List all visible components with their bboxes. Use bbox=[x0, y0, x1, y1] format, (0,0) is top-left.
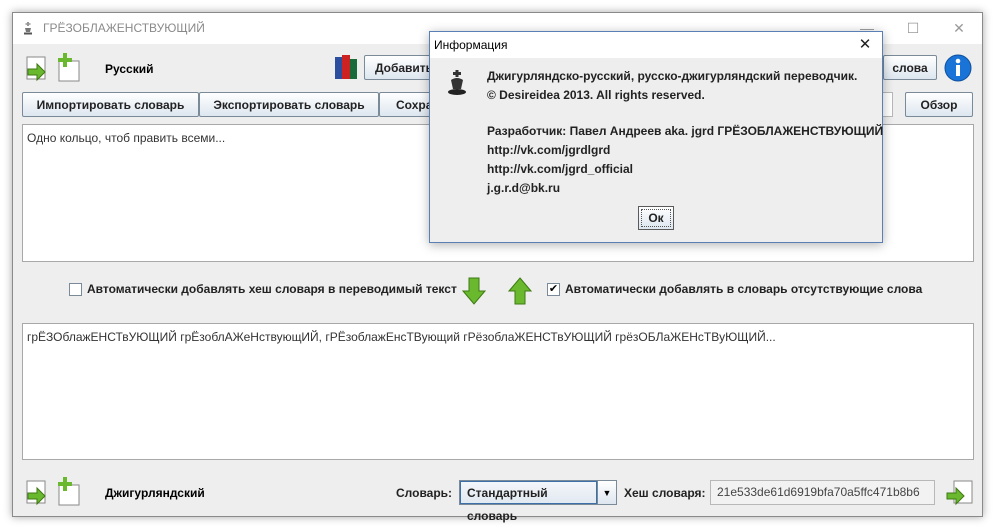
info-icon[interactable] bbox=[944, 54, 972, 82]
info-dialog: Информация ✕ Джигурляндско-русский, русс… bbox=[429, 31, 883, 243]
dialog-line-developer: Разработчик: Павел Андреев aka. jgrd ГРЁ… bbox=[487, 124, 884, 138]
dictionary-selected-value: Стандартный словарь bbox=[460, 481, 597, 523]
dialog-title: Информация bbox=[434, 38, 508, 52]
open-source-file-icon[interactable] bbox=[23, 51, 55, 83]
arrow-up-icon[interactable] bbox=[508, 277, 532, 305]
chess-king-icon bbox=[448, 70, 466, 95]
dialog-link-vk-1[interactable]: http://vk.com/jgrdlgrd bbox=[487, 143, 610, 157]
new-source-file-icon[interactable] bbox=[55, 51, 83, 83]
auto-hash-label: Автоматически добавлять хеш словаря в пе… bbox=[87, 282, 457, 296]
window-title: ГРЁЗОБЛАЖЕНСТВУЮЩИЙ bbox=[43, 21, 205, 35]
dialog-link-vk-2[interactable]: http://vk.com/jgrd_official bbox=[487, 162, 633, 176]
open-target-file-icon[interactable] bbox=[23, 475, 55, 507]
dialog-line-copyright: © Desireidea 2013. All rights reserved. bbox=[487, 88, 705, 102]
dictionary-books-icon[interactable] bbox=[333, 53, 361, 81]
arrow-down-icon[interactable] bbox=[462, 277, 486, 305]
auto-hash-option[interactable]: Автоматически добавлять хеш словаря в пе… bbox=[69, 282, 457, 296]
hash-label: Хеш словаря: bbox=[624, 486, 706, 500]
auto-hash-checkbox[interactable] bbox=[69, 282, 82, 296]
dialog-close-button[interactable]: ✕ bbox=[848, 32, 882, 58]
save-target-file-icon[interactable] bbox=[944, 475, 976, 507]
hash-field[interactable]: 21e533de61d6919bfa70a5ffc471b8b6 bbox=[710, 480, 935, 505]
import-dictionary-button[interactable]: Импортировать словарь bbox=[22, 92, 199, 117]
auto-add-checkbox[interactable]: ✔ bbox=[547, 282, 560, 296]
maximize-button[interactable]: ☐ bbox=[890, 13, 936, 44]
chevron-down-icon[interactable]: ▼ bbox=[597, 481, 616, 504]
dictionary-select[interactable]: Стандартный словарь ▼ bbox=[459, 480, 617, 523]
auto-add-label: Автоматически добавлять в словарь отсутс… bbox=[565, 282, 923, 296]
ok-button[interactable]: Ок bbox=[638, 206, 674, 230]
chess-king-icon bbox=[24, 22, 32, 35]
source-language-label: Русский bbox=[105, 62, 154, 76]
target-language-label: Джигурляндский bbox=[105, 486, 205, 500]
target-text-area[interactable]: грЁЗОблажЕНСТвУЮЩИЙ грЁзоблАЖеНствующИЙ,… bbox=[22, 323, 974, 460]
dialog-email[interactable]: j.g.r.d@bk.ru bbox=[487, 181, 560, 195]
export-dictionary-button[interactable]: Экспортировать словарь bbox=[199, 92, 379, 117]
new-target-file-icon[interactable] bbox=[55, 475, 83, 507]
close-button[interactable]: ✕ bbox=[936, 13, 982, 44]
browse-button[interactable]: Обзор bbox=[905, 92, 973, 117]
dialog-title-bar[interactable]: Информация ✕ bbox=[430, 32, 882, 58]
dialog-line-description: Джигурляндско-русский, русско-джигурлянд… bbox=[487, 69, 858, 83]
dictionary-label: Словарь: bbox=[396, 486, 453, 500]
auto-add-option[interactable]: ✔ Автоматически добавлять в словарь отсу… bbox=[547, 282, 922, 296]
words-button[interactable]: слова bbox=[883, 55, 937, 80]
